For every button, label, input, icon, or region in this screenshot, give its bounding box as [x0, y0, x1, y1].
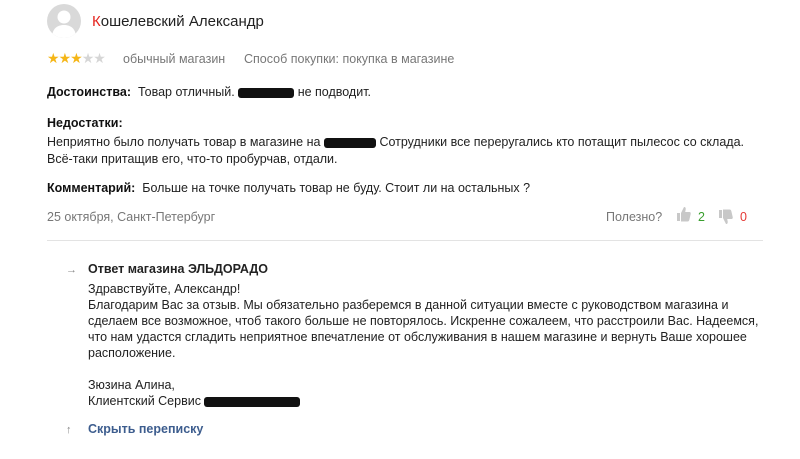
- reply-title: Ответ магазина ЭЛЬДОРАДО: [88, 262, 268, 276]
- star-icon: ★: [81, 50, 95, 66]
- reply-text: Благодарим Вас за отзыв. Мы обязательно …: [88, 298, 759, 360]
- rating-stars: ★★★★★: [47, 50, 106, 66]
- arrow-up-icon: ↑: [66, 424, 72, 436]
- thumbs-up-button[interactable]: [677, 206, 691, 222]
- redaction-mark: [204, 396, 301, 407]
- reply-signature-name: Зюзина Алина,: [88, 378, 175, 392]
- reply-body: Здравствуйте, Александр! Благодарим Вас …: [88, 281, 768, 409]
- review-date: 25 октября, Санкт-Петербург: [47, 210, 216, 224]
- avatar[interactable]: [47, 4, 81, 38]
- useful-label: Полезно?: [606, 210, 663, 224]
- purchase-method: Способ покупки: покупка в магазине: [244, 52, 455, 66]
- cons-label: Недостатки:: [47, 116, 123, 130]
- useful-yes-count: 2: [698, 210, 705, 224]
- hide-thread-link[interactable]: Скрыть переписку: [88, 422, 203, 436]
- star-icon: ★: [70, 50, 83, 66]
- thumbs-down-icon: [719, 209, 733, 224]
- comment-label: Комментарий:: [47, 181, 136, 195]
- author-name[interactable]: Кошелевский Александр: [92, 13, 264, 30]
- reply-signature-line: Клиентский Сервис: [88, 393, 768, 409]
- author-initial: К: [92, 13, 101, 30]
- pros-row: Достоинства: Товар отличный. не подводит…: [47, 84, 371, 101]
- redaction-mark: [323, 137, 376, 148]
- cons-text: Неприятно было получать товар в магазине…: [47, 134, 747, 168]
- pros-label: Достоинства:: [47, 85, 132, 99]
- star-icon: ★: [93, 50, 106, 66]
- cons-text-before: Неприятно было получать товар в магазине…: [47, 135, 321, 149]
- comment-row: Комментарий: Больше на точке получать то…: [47, 180, 530, 197]
- divider: [47, 240, 763, 241]
- star-icon: ★: [58, 50, 72, 66]
- reply-signature-service: Клиентский Сервис: [88, 394, 201, 408]
- redaction-mark: [238, 87, 295, 98]
- thumbs-down-button[interactable]: [719, 209, 733, 225]
- arrow-right-icon: →: [66, 264, 77, 276]
- shop-type: обычный магазин: [123, 52, 226, 66]
- avatar-placeholder-icon: [52, 10, 76, 38]
- author-name-rest: ошелевский Александр: [100, 13, 264, 30]
- useful-no-count: 0: [740, 210, 747, 224]
- pros-text-after: не подводит.: [297, 85, 372, 99]
- reply-greeting: Здравствуйте, Александр!: [88, 282, 241, 296]
- pros-text-before: Товар отличный.: [137, 85, 235, 99]
- thumbs-up-icon: [677, 207, 691, 222]
- comment-text: Больше на точке получать товар не буду. …: [142, 181, 531, 195]
- star-icon: ★: [47, 50, 60, 66]
